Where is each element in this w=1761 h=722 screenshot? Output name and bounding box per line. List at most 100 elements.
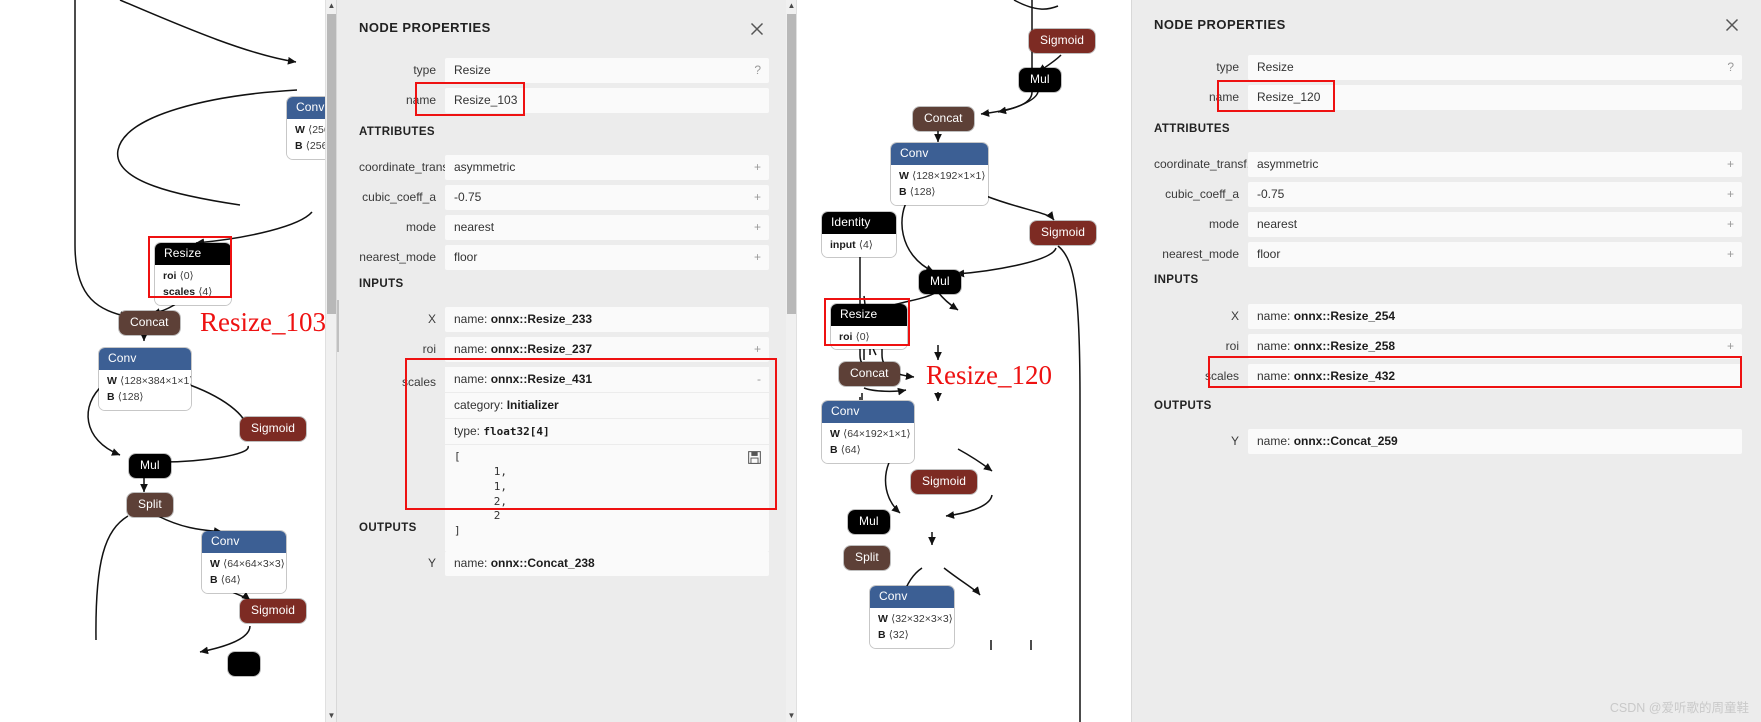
- property-value: Resize_120: [1248, 85, 1742, 110]
- expand-marker[interactable]: +: [754, 220, 761, 234]
- graph-node-sigmoid[interactable]: Sigmoid: [911, 470, 978, 494]
- node-attr-key: B: [878, 629, 886, 642]
- input-row-scales[interactable]: scales name: onnx::Resize_432: [1154, 364, 1742, 389]
- name-value-text: Resize_103: [454, 93, 518, 107]
- panel-scrollbar-left[interactable]: [337, 0, 340, 722]
- scroll-up-icon[interactable]: ▲: [326, 0, 336, 12]
- graph-node-concat[interactable]: Concat: [119, 311, 180, 335]
- expand-marker[interactable]: +: [1727, 247, 1734, 261]
- attribute-row-mode[interactable]: mode nearest +: [1154, 212, 1742, 237]
- expand-marker[interactable]: +: [754, 342, 761, 356]
- section-header-inputs: INPUTS: [359, 278, 404, 290]
- graph-node-sigmoid[interactable]: Sigmoid: [1029, 29, 1096, 53]
- property-label: X: [427, 312, 436, 326]
- input-row-x[interactable]: X name: onnx::Resize_254: [1154, 304, 1742, 329]
- graph-node-concat[interactable]: Concat: [913, 107, 974, 131]
- property-label: X: [1230, 309, 1239, 323]
- property-row-type[interactable]: type Resize ?: [1154, 55, 1742, 80]
- output-row-y[interactable]: Y name: onnx::Concat_259: [1154, 429, 1742, 454]
- graph-node-conv[interactable]: Conv W ⟨32×32×3×3⟩ B ⟨32⟩: [870, 586, 954, 648]
- property-value: nearest +: [445, 215, 769, 240]
- expand-marker[interactable]: +: [1727, 187, 1734, 201]
- graph-node-sigmoid[interactable]: Sigmoid: [240, 417, 307, 441]
- graph-node-mul[interactable]: Mul: [919, 270, 961, 294]
- graph-node-split[interactable]: Split: [127, 493, 173, 517]
- expand-marker[interactable]: +: [1727, 157, 1734, 171]
- panel-scrollbar-right[interactable]: ▲: [1131, 0, 1133, 722]
- output-row-y[interactable]: Y name: onnx::Concat_238: [359, 551, 769, 576]
- graph-node-concat[interactable]: Concat: [839, 362, 900, 386]
- help-marker[interactable]: ?: [754, 63, 761, 77]
- graph-node-mul[interactable]: Mul: [1019, 68, 1061, 92]
- expand-marker[interactable]: +: [754, 190, 761, 204]
- value-prefix: name:: [454, 556, 491, 570]
- output-name-text: onnx::Concat_238: [490, 556, 595, 570]
- graph-canvas-left[interactable]: Conv W ⟨256× B ⟨256⟩ Resize roi ⟨0⟩ scal…: [0, 0, 336, 722]
- graph-scrollbar-middle[interactable]: ▲ ▼: [786, 0, 797, 722]
- expand-marker[interactable]: +: [1727, 217, 1734, 231]
- scales-type-text: float32[4]: [483, 425, 550, 438]
- attribute-row-nearest-mode[interactable]: nearest_mode floor +: [359, 245, 769, 270]
- graph-node-identity[interactable]: Identity input ⟨4⟩: [822, 212, 896, 258]
- property-label: mode: [1208, 217, 1239, 231]
- graph-node-sigmoid[interactable]: Sigmoid: [1030, 221, 1097, 245]
- node-type-label: Split: [844, 546, 890, 570]
- expand-marker[interactable]: +: [754, 250, 761, 264]
- scales-name-text: onnx::Resize_431: [490, 372, 593, 386]
- close-icon[interactable]: [1721, 14, 1743, 36]
- property-value: floor +: [1248, 242, 1742, 267]
- attribute-row-cubic-coeff-a[interactable]: cubic_coeff_a -0.75 +: [1154, 182, 1742, 207]
- help-marker[interactable]: ?: [1727, 60, 1734, 74]
- graph-node-conv[interactable]: Conv W ⟨64×192×1×1⟩ B ⟨64⟩: [822, 401, 914, 463]
- scrollbar-thumb[interactable]: [337, 300, 339, 352]
- graph-node-conv[interactable]: Conv W ⟨128×192×1×1⟩ B ⟨128⟩: [891, 143, 988, 205]
- panel-title: NODE PROPERTIES: [359, 20, 491, 35]
- attribute-row-mode[interactable]: mode nearest +: [359, 215, 769, 240]
- graph-node-mul[interactable]: Mul: [848, 510, 890, 534]
- node-attr-key: B: [107, 391, 115, 404]
- save-icon[interactable]: [748, 451, 761, 467]
- scrollbar-thumb[interactable]: [1131, 350, 1132, 402]
- collapse-marker[interactable]: -: [757, 372, 761, 386]
- input-name-text: onnx::Resize_233: [490, 312, 593, 326]
- input-name-text: onnx::Resize_237: [490, 342, 593, 356]
- input-row-roi[interactable]: roi name: onnx::Resize_258 +: [1154, 334, 1742, 359]
- expand-marker[interactable]: +: [754, 160, 761, 174]
- input-row-x[interactable]: X name: onnx::Resize_233: [359, 307, 769, 332]
- input-row-roi[interactable]: roi name: onnx::Resize_237 +: [359, 337, 769, 362]
- attribute-row-coordinate-transf[interactable]: coordinate_transf... asymmetric +: [1154, 152, 1742, 177]
- input-row-scales[interactable]: scales name: onnx::Resize_431 - category…: [359, 367, 769, 552]
- graph-node-resize[interactable]: Resize roi ⟨0⟩ scales ⟨4⟩: [155, 243, 231, 305]
- scroll-up-icon[interactable]: ▲: [1132, 14, 1133, 26]
- property-value: Resize_103: [445, 88, 769, 113]
- scales-category-text: Initializer: [506, 398, 559, 412]
- property-row-type[interactable]: type Resize ?: [359, 58, 769, 83]
- graph-node-mul-bottom[interactable]: [228, 652, 261, 676]
- graph-node-conv[interactable]: Conv W ⟨128×384×1×1⟩ B ⟨128⟩: [99, 348, 191, 410]
- section-header-attributes: ATTRIBUTES: [1154, 123, 1230, 135]
- scroll-down-icon[interactable]: ▼: [786, 710, 797, 722]
- graph-canvas-middle[interactable]: Sigmoid Mul Concat Conv W ⟨128×192×1×1⟩ …: [786, 0, 1131, 722]
- attribute-row-coordinate-transf[interactable]: coordinate_transf... asymmetric +: [359, 155, 769, 180]
- property-row-name[interactable]: name Resize_120: [1154, 85, 1742, 110]
- attribute-row-nearest-mode[interactable]: nearest_mode floor +: [1154, 242, 1742, 267]
- graph-node-sigmoid[interactable]: Sigmoid: [240, 599, 307, 623]
- expand-marker[interactable]: +: [1727, 339, 1734, 353]
- graph-node-conv[interactable]: Conv W ⟨64×64×3×3⟩ B ⟨64⟩: [202, 531, 286, 593]
- property-value: name: onnx::Resize_258 +: [1248, 334, 1742, 359]
- graph-node-split[interactable]: Split: [844, 546, 890, 570]
- scroll-down-icon[interactable]: ▼: [326, 710, 336, 722]
- node-type-label: Mul: [848, 510, 890, 534]
- scales-array-text: [ 1, 1, 2, 2 ]: [454, 450, 507, 538]
- close-icon[interactable]: [746, 18, 768, 40]
- scrollbar-thumb[interactable]: [787, 14, 796, 314]
- graph-node-mul[interactable]: Mul: [129, 454, 171, 478]
- graph-scrollbar-left[interactable]: ▲ ▼: [325, 0, 336, 722]
- property-label: roi: [422, 342, 436, 356]
- node-type-label: Sigmoid: [1029, 29, 1096, 53]
- scroll-up-icon[interactable]: ▲: [786, 0, 797, 12]
- attribute-row-cubic-coeff-a[interactable]: cubic_coeff_a -0.75 +: [359, 185, 769, 210]
- scrollbar-thumb[interactable]: [327, 14, 336, 314]
- graph-node-resize[interactable]: Resize roi ⟨0⟩: [831, 304, 907, 350]
- property-row-name[interactable]: name Resize_103: [359, 88, 769, 113]
